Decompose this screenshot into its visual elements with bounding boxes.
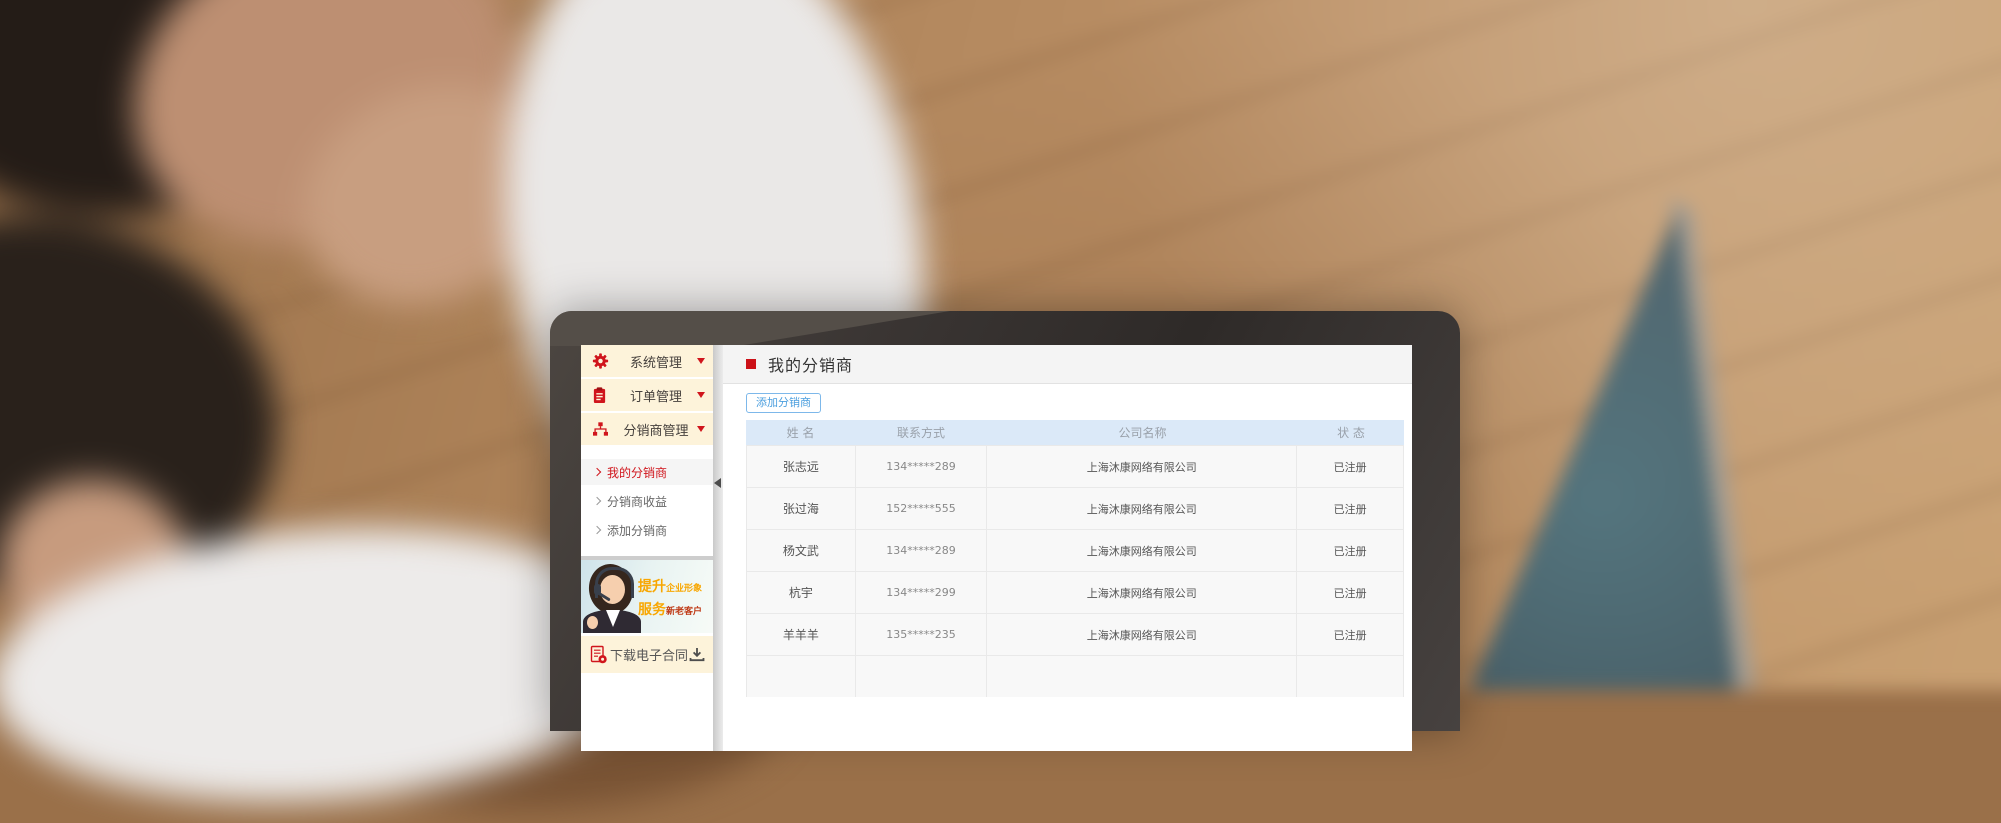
cell-phone: 152*****555	[856, 488, 988, 529]
cell-phone: 134*****299	[856, 572, 988, 613]
cell-phone: 134*****289	[856, 446, 988, 487]
distributors-table: 姓 名 联系方式 公司名称 状 态 张志远134*****289上海沐康网络有限…	[746, 420, 1404, 697]
table-row[interactable]: 张志远134*****289上海沐康网络有限公司已注册	[747, 446, 1403, 488]
chevron-right-icon	[593, 526, 601, 534]
table-row[interactable]: 张过海152*****555上海沐康网络有限公司已注册	[747, 488, 1403, 530]
cell-phone: 135*****235	[856, 614, 988, 655]
add-distributor-button[interactable]: 添加分销商	[746, 393, 821, 413]
submenu-item-label: 添加分销商	[607, 522, 667, 539]
table-row[interactable]: 羊羊羊135*****235上海沐康网络有限公司已注册	[747, 614, 1403, 656]
chevron-right-icon	[593, 497, 601, 505]
sidebar-submenu: 我的分销商 分销商收益 添加分销商	[581, 447, 713, 556]
cell-company: 上海沐康网络有限公司	[987, 446, 1297, 487]
table-body: 张志远134*****289上海沐康网络有限公司已注册张过海152*****55…	[746, 445, 1404, 697]
caret-down-icon	[697, 358, 705, 364]
content-area: 添加分销商 姓 名 联系方式 公司名称 状 态 张志远134*****289上海…	[723, 384, 1412, 697]
cell-name: 杭宇	[747, 572, 856, 613]
page-title: 我的分销商	[768, 352, 853, 376]
sidebar-collapse-handle[interactable]	[713, 345, 723, 751]
monitor-frame: 系统管理 订单管理	[550, 311, 1460, 731]
support-agent-graphic	[583, 564, 645, 633]
page-header: 我的分销商	[723, 345, 1412, 384]
submenu-item-my-distributors[interactable]: 我的分销商	[581, 459, 713, 485]
cell-name: 羊羊羊	[747, 614, 856, 655]
collapse-left-icon	[714, 478, 721, 488]
column-header-company: 公司名称	[987, 424, 1298, 441]
main-content: 我的分销商 添加分销商 姓 名 联系方式 公司名称 状 态 张志远134****…	[723, 345, 1412, 751]
caret-down-icon	[697, 392, 705, 398]
sidebar-item-system-management[interactable]: 系统管理	[581, 345, 713, 377]
column-header-phone: 联系方式	[855, 424, 987, 441]
contract-icon	[589, 645, 609, 665]
sidebar-item-distributor-management[interactable]: 分销商管理	[581, 413, 713, 445]
sidebar: 系统管理 订单管理	[581, 345, 713, 751]
caret-down-icon	[697, 426, 705, 432]
submenu-item-add-distributor[interactable]: 添加分销商	[581, 517, 713, 543]
cell-status: 已注册	[1297, 614, 1403, 655]
column-header-name: 姓 名	[746, 424, 855, 441]
cell-status: 已注册	[1297, 488, 1403, 529]
app-window: 系统管理 订单管理	[581, 345, 1412, 751]
cell-name: 杨文武	[747, 530, 856, 571]
submenu-item-label: 分销商收益	[607, 493, 667, 510]
cell-name: 张志远	[747, 446, 856, 487]
cell-company: 上海沐康网络有限公司	[987, 572, 1297, 613]
promo-line2-rest: 新老客户	[666, 607, 702, 617]
table-row-partial	[747, 656, 1403, 697]
cell-status: 已注册	[1297, 572, 1403, 613]
submenu-item-label: 我的分销商	[607, 464, 667, 481]
promo-line2-strong: 服务	[638, 602, 666, 618]
cell-status: 已注册	[1297, 446, 1403, 487]
cell-status: 已注册	[1297, 530, 1403, 571]
title-bullet-icon	[746, 359, 756, 369]
table-row[interactable]: 杨文武134*****289上海沐康网络有限公司已注册	[747, 530, 1403, 572]
cell-company: 上海沐康网络有限公司	[987, 530, 1297, 571]
promo-line1-strong: 提升	[638, 579, 666, 595]
promo-line1-rest: 企业形象	[666, 584, 702, 594]
sidebar-item-order-management[interactable]: 订单管理	[581, 379, 713, 411]
cell-company: 上海沐康网络有限公司	[987, 488, 1297, 529]
table-header-row: 姓 名 联系方式 公司名称 状 态	[746, 420, 1404, 445]
download-contract-label: 下载电子合同	[609, 645, 689, 664]
promo-text: 提升企业形象 服务新老客户	[638, 576, 702, 622]
submenu-item-distributor-earnings[interactable]: 分销商收益	[581, 488, 713, 514]
bezel-highlight	[550, 311, 950, 346]
sidebar-menu: 系统管理 订单管理	[581, 345, 713, 445]
clipboard-icon	[592, 387, 607, 404]
sitemap-icon	[592, 422, 609, 437]
cell-company: 上海沐康网络有限公司	[987, 614, 1297, 655]
chevron-right-icon	[593, 468, 601, 476]
gear-icon	[592, 353, 609, 370]
column-header-status: 状 态	[1298, 424, 1404, 441]
table-row[interactable]: 杭宇134*****299上海沐康网络有限公司已注册	[747, 572, 1403, 614]
cell-phone: 134*****289	[856, 530, 988, 571]
download-contract-button[interactable]: 下载电子合同	[581, 636, 713, 673]
promo-banner[interactable]: 提升企业形象 服务新老客户	[581, 560, 713, 633]
cell-name: 张过海	[747, 488, 856, 529]
